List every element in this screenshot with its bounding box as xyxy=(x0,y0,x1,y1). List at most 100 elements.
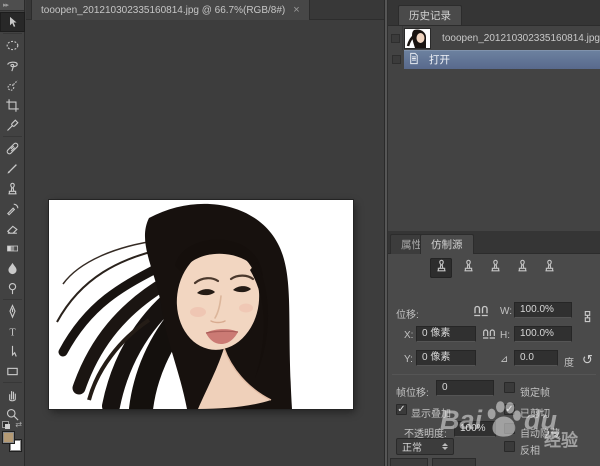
tool-dodge[interactable] xyxy=(0,278,25,298)
opacity-field[interactable]: 100% xyxy=(454,421,496,437)
swap-colors-icon[interactable]: ⇄ xyxy=(15,420,22,430)
lock-frame-checkbox[interactable] xyxy=(504,382,515,393)
snapshot-thumbnail xyxy=(405,29,430,48)
height-field[interactable]: 100.0% xyxy=(514,326,572,342)
angle-field[interactable]: 0.0 xyxy=(514,350,558,366)
history-panel-header: 历史记录 xyxy=(388,0,600,26)
history-source-box-icon xyxy=(391,34,400,43)
history-state-source-well[interactable] xyxy=(388,50,404,69)
history-state-row[interactable]: 打开 xyxy=(388,50,600,69)
tool-brush[interactable] xyxy=(0,158,25,178)
section-divider xyxy=(392,374,596,375)
blend-mode-select[interactable]: 正常 xyxy=(396,438,454,455)
foreground-color-swatch[interactable] xyxy=(2,431,15,444)
tool-quick-select[interactable] xyxy=(0,75,25,95)
clone-stamp-icon xyxy=(515,258,530,278)
offset-label: 位移: xyxy=(396,306,419,321)
clone-source-slot-1[interactable] xyxy=(430,258,452,278)
tool-path-select[interactable] xyxy=(0,341,25,361)
history-state-selected[interactable]: 打开 xyxy=(404,50,600,69)
document-tab-title: tooopen_201210302335160814.jpg @ 66.7%(R… xyxy=(41,5,285,16)
clone-source-content: 位移: W: 100.0% X: 0 像素 H: 100.0% Y: 0 像素 … xyxy=(388,254,600,466)
x-offset-field[interactable]: 0 像素 xyxy=(416,326,476,342)
auto-hide-label: 自动隐藏 xyxy=(520,425,560,440)
eyedropper-icon xyxy=(5,118,20,133)
clipped-label: 已剪切 xyxy=(520,405,550,420)
flip-horizontal-icon[interactable] xyxy=(472,302,490,320)
clipped-checkbox[interactable]: ✓ xyxy=(504,404,515,415)
close-icon[interactable]: × xyxy=(293,4,299,16)
bottom-panel-tab-1[interactable] xyxy=(390,458,428,466)
reset-transform-icon[interactable]: ↺ xyxy=(582,352,593,368)
width-field[interactable]: 100.0% xyxy=(514,302,572,318)
clone-source-slots xyxy=(430,258,560,278)
tool-eyedropper[interactable] xyxy=(0,115,25,135)
bottom-panel-tab-2[interactable] xyxy=(432,458,476,466)
clone-stamp-icon xyxy=(5,181,20,196)
tool-list: T xyxy=(0,12,25,424)
canvas-area[interactable] xyxy=(26,20,384,466)
healing-brush-icon xyxy=(5,141,20,156)
clone-stamp-icon xyxy=(488,258,503,278)
tool-blur[interactable] xyxy=(0,258,25,278)
tool-hand[interactable] xyxy=(0,384,25,404)
y-label: Y: xyxy=(404,354,413,365)
tool-lasso[interactable] xyxy=(0,55,25,75)
blur-icon xyxy=(5,261,20,276)
blend-mode-value: 正常 xyxy=(402,439,422,454)
quick-select-icon xyxy=(5,78,20,93)
tool-type[interactable]: T xyxy=(0,321,25,341)
tool-healing-brush[interactable] xyxy=(0,138,25,158)
path-select-icon xyxy=(5,344,20,359)
height-label: H: xyxy=(500,330,510,341)
frame-offset-label: 帧位移: xyxy=(396,384,429,399)
clone-source-slot-5[interactable] xyxy=(538,258,560,278)
flip-vertical-icon[interactable] xyxy=(481,326,497,342)
type-icon: T xyxy=(5,324,20,339)
tool-crop[interactable] xyxy=(0,95,25,115)
brush-icon xyxy=(5,161,20,176)
document-tab[interactable]: tooopen_201210302335160814.jpg @ 66.7%(R… xyxy=(31,0,310,20)
tool-gradient[interactable] xyxy=(0,238,25,258)
marquee-icon xyxy=(5,38,20,53)
photoshop-window: ▸▸ T ⇄ tooopen_201210302335160814.jpg @ … xyxy=(0,0,600,466)
show-overlay-checkbox[interactable]: ✓ xyxy=(396,404,407,415)
tool-marquee[interactable] xyxy=(0,35,25,55)
tool-separator xyxy=(3,299,22,300)
link-wh-icon[interactable] xyxy=(580,309,595,324)
show-overlay-label: 显示叠加 xyxy=(411,405,451,420)
invert-label: 反相 xyxy=(520,442,540,457)
tool-history-brush[interactable] xyxy=(0,198,25,218)
snapshot-name: tooopen_201210302335160814.jpg xyxy=(442,33,600,44)
y-offset-field[interactable]: 0 像素 xyxy=(416,350,476,366)
tool-eraser[interactable] xyxy=(0,218,25,238)
gradient-icon xyxy=(5,241,20,256)
shape-icon xyxy=(5,364,20,379)
frame-offset-field[interactable]: 0 xyxy=(436,380,494,396)
move-icon xyxy=(5,15,20,30)
history-state-label: 打开 xyxy=(429,52,450,67)
tab-history[interactable]: 历史记录 xyxy=(398,5,462,25)
history-source-well[interactable] xyxy=(388,26,403,50)
auto-hide-checkbox[interactable] xyxy=(504,423,515,434)
tool-clone-stamp[interactable] xyxy=(0,178,25,198)
history-state-document-icon xyxy=(408,52,421,68)
clone-source-slot-2[interactable] xyxy=(457,258,479,278)
tool-move[interactable] xyxy=(0,12,25,32)
default-colors-icon[interactable] xyxy=(2,421,9,428)
invert-checkbox[interactable] xyxy=(504,441,515,452)
tool-shape[interactable] xyxy=(0,361,25,381)
toolbar-collapse-icon[interactable]: ▸▸ xyxy=(0,0,24,11)
tool-pen[interactable] xyxy=(0,301,25,321)
history-snapshot-row[interactable]: tooopen_201210302335160814.jpg xyxy=(388,26,600,50)
clone-source-slot-3[interactable] xyxy=(484,258,506,278)
tab-clone-source[interactable]: 仿制源 xyxy=(420,234,474,254)
tool-separator xyxy=(3,136,22,137)
clone-source-slot-4[interactable] xyxy=(511,258,533,278)
degree-label: 度 xyxy=(564,354,574,369)
eraser-icon xyxy=(5,221,20,236)
document-image[interactable] xyxy=(49,200,353,409)
clone-stamp-icon xyxy=(461,258,476,278)
history-brush-icon xyxy=(5,201,20,216)
lasso-icon xyxy=(5,58,20,73)
